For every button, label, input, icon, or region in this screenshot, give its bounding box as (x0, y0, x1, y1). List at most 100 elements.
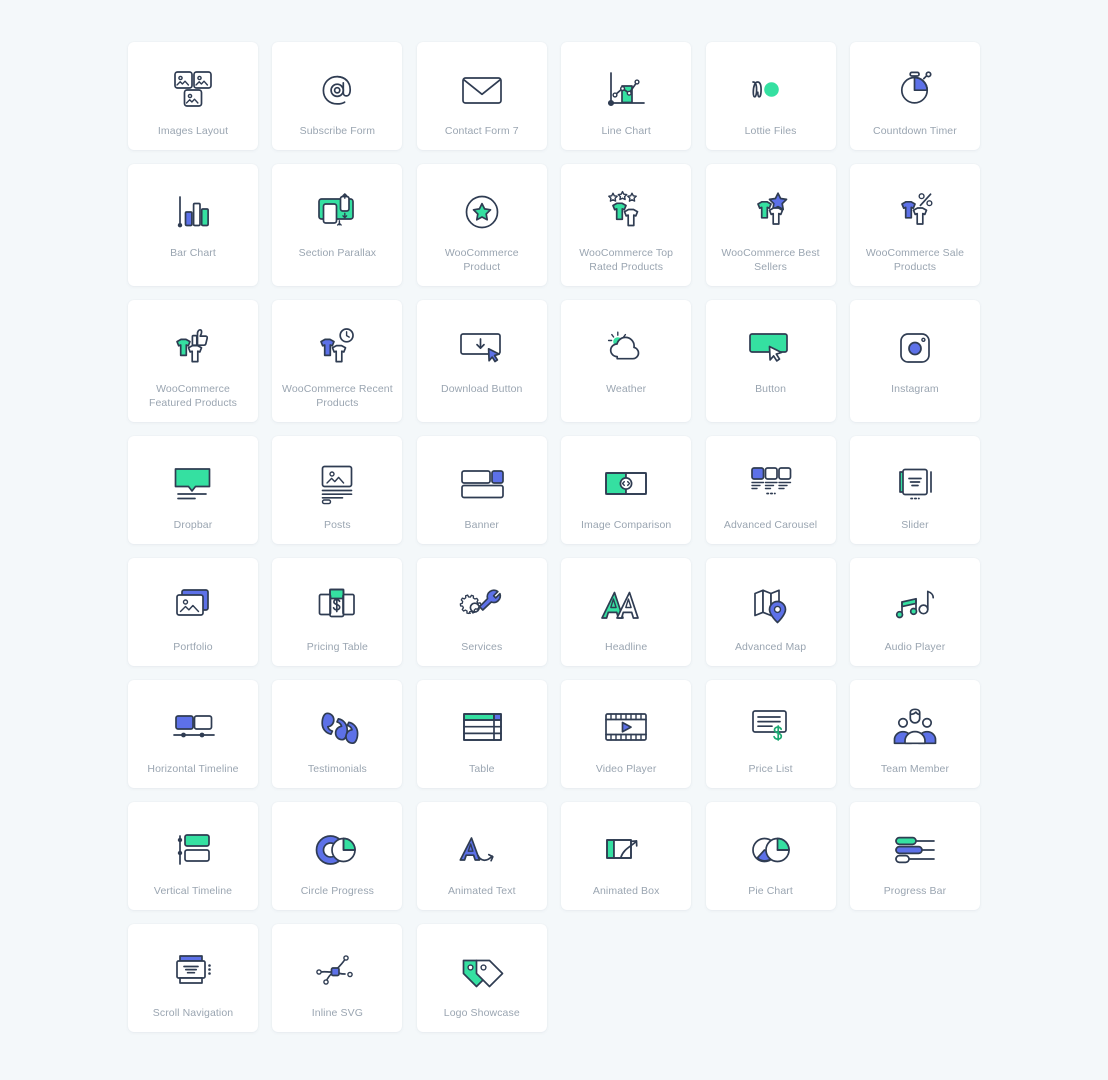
widget-label: Subscribe Form (299, 125, 376, 137)
lottie-files-icon (739, 64, 803, 116)
widget-card[interactable]: Weather (561, 300, 692, 422)
widget-label: Advanced Map (734, 641, 807, 653)
widget-label: Headline (605, 641, 648, 653)
portfolio-icon (161, 580, 225, 632)
widget-label: Weather (606, 383, 647, 395)
widget-label: Pricing Table (306, 641, 368, 653)
images-layout-icon (161, 64, 225, 116)
circle-progress-icon (305, 824, 369, 876)
widget-card[interactable]: Video Player (561, 680, 692, 788)
widget-card[interactable]: Animated Box (561, 802, 692, 910)
shirts-thumbs-up-icon (161, 322, 225, 374)
horizontal-timeline-icon (161, 702, 225, 754)
widget-card[interactable]: Posts (272, 436, 403, 544)
download-button-icon (450, 322, 514, 374)
widget-card[interactable]: Advanced Carousel (705, 436, 836, 544)
widget-label: Testimonials (307, 763, 367, 775)
widget-label: WooCommerce Sale Products (865, 247, 965, 273)
widget-card[interactable]: Portfolio (128, 558, 258, 666)
widget-card[interactable]: Slider (849, 436, 980, 544)
map-pin-icon (739, 580, 803, 632)
progress-bar-icon (883, 824, 947, 876)
widget-card[interactable]: WooCommerce Top Rated Products (561, 164, 692, 286)
widget-card[interactable]: Dropbar (128, 436, 258, 544)
widget-card[interactable]: Headline (561, 558, 692, 666)
section-parallax-icon (305, 186, 369, 238)
widget-label: Progress Bar (883, 885, 947, 897)
tags-icon (450, 946, 514, 998)
widget-label: Animated Box (592, 885, 660, 897)
widget-label: Image Comparison (581, 519, 672, 531)
music-notes-icon (883, 580, 947, 632)
widget-label: Animated Text (447, 885, 516, 897)
at-sign-icon (305, 64, 369, 116)
widget-grid: Images Layout Subscribe Form Contact For… (128, 42, 980, 1032)
widget-card[interactable]: WooCommerce Best Sellers (705, 164, 836, 286)
envelope-icon (450, 64, 514, 116)
line-chart-icon (594, 64, 658, 116)
widget-label: Audio Player (884, 641, 946, 653)
widget-card[interactable]: Services (416, 558, 547, 666)
widget-card[interactable]: Download Button (416, 300, 547, 422)
widget-card[interactable]: Instagram (849, 300, 980, 422)
widget-label: Section Parallax (298, 247, 377, 259)
widget-card[interactable]: Pie Chart (705, 802, 836, 910)
widget-card[interactable]: Contact Form 7 (416, 42, 547, 150)
widget-card[interactable]: WooCommerce Featured Products (128, 300, 258, 422)
widget-label: Dropbar (173, 519, 213, 531)
bar-chart-icon (161, 186, 225, 238)
instagram-icon (883, 322, 947, 374)
widget-label: Portfolio (173, 641, 213, 653)
widget-card[interactable]: Audio Player (849, 558, 980, 666)
widget-card[interactable]: Table (416, 680, 547, 788)
widget-card[interactable]: Vertical Timeline (128, 802, 258, 910)
double-a-icon (594, 580, 658, 632)
widget-label: Table (468, 763, 495, 775)
widget-card[interactable]: Logo Showcase (416, 924, 547, 1032)
widget-card[interactable]: Horizontal Timeline (128, 680, 258, 788)
widget-label: WooCommerce Top Rated Products (579, 247, 674, 273)
widget-card[interactable]: Images Layout (128, 42, 258, 150)
widget-card[interactable]: Section Parallax (272, 164, 403, 286)
widget-label: Download Button (441, 383, 523, 395)
widget-card[interactable]: Circle Progress (272, 802, 403, 910)
widget-label: Slider (901, 519, 929, 531)
widget-card[interactable]: Line Chart (561, 42, 692, 150)
widget-label: Scroll Navigation (152, 1007, 234, 1019)
image-comparison-icon (594, 458, 658, 510)
shirts-three-stars-icon (594, 186, 658, 238)
widget-card[interactable]: Advanced Map (705, 558, 836, 666)
widget-card[interactable]: Scroll Navigation (128, 924, 258, 1032)
widget-card[interactable]: WooCommerce Recent Products (272, 300, 403, 422)
sun-cloud-icon (594, 322, 658, 374)
stopwatch-icon (883, 64, 947, 116)
widget-label: Services (461, 641, 503, 653)
widget-card[interactable]: WooCommerce Sale Products (849, 164, 980, 286)
price-list-icon (739, 702, 803, 754)
widget-card[interactable]: Lottie Files (705, 42, 836, 150)
scroll-navigation-icon (161, 946, 225, 998)
widget-label: Images Layout (157, 125, 229, 137)
widget-label: Pie Chart (748, 885, 793, 897)
widget-card[interactable]: Bar Chart (128, 164, 258, 286)
table-icon (450, 702, 514, 754)
widget-card[interactable]: Testimonials (272, 680, 403, 788)
widget-card[interactable]: Banner (416, 436, 547, 544)
widget-card[interactable]: Pricing Table (272, 558, 403, 666)
widget-card[interactable]: Inline SVG (272, 924, 403, 1032)
widget-card[interactable]: Image Comparison (561, 436, 692, 544)
widget-card[interactable]: Progress Bar (849, 802, 980, 910)
widget-card[interactable]: Price List (705, 680, 836, 788)
widget-label: Contact Form 7 (444, 125, 519, 137)
shirts-star-icon (739, 186, 803, 238)
widget-card[interactable]: Animated Text (416, 802, 547, 910)
widget-card[interactable]: Countdown Timer (849, 42, 980, 150)
widget-card[interactable]: Team Member (849, 680, 980, 788)
widget-card[interactable]: WooCommerce Product (416, 164, 547, 286)
widget-label: Logo Showcase (443, 1007, 520, 1019)
widget-card[interactable]: Subscribe Form (272, 42, 403, 150)
widget-label: Video Player (595, 763, 657, 775)
film-play-icon (594, 702, 658, 754)
button-cursor-icon (739, 322, 803, 374)
widget-card[interactable]: Button (705, 300, 836, 422)
